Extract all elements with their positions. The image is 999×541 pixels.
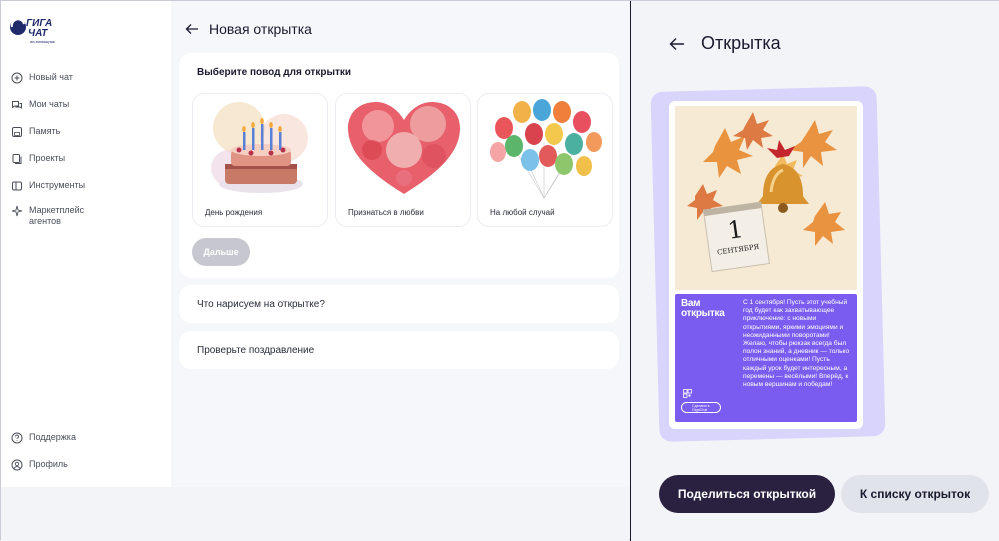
app-frame: ГИГА ЧАТ ии-помощник Новый чат Мои чаты …	[0, 0, 999, 541]
sidebar-item-label: Инструменты	[29, 180, 86, 190]
sidebar-item-projects[interactable]: Проекты	[11, 153, 65, 165]
share-postcard-button[interactable]: Поделиться открыткой	[659, 475, 835, 513]
sidebar: ГИГА ЧАТ ии-помощник Новый чат Мои чаты …	[1, 1, 171, 487]
qr-code-icon	[683, 389, 692, 398]
sidebar-item-label: Поддержка	[29, 432, 76, 442]
documents-icon	[12, 154, 22, 164]
step-greeting[interactable]: Проверьте поздравление	[179, 331, 619, 369]
sidebar-item-label: Профиль	[29, 459, 68, 469]
postcard-text-block: Вам открытка С 1 сентября! Пусть этот уч…	[675, 294, 857, 422]
occasion-label: День рождения	[205, 208, 263, 217]
occasion-love[interactable]: Признаться в любви	[335, 93, 471, 227]
sidebar-item-label: Новый чат	[29, 72, 73, 82]
back-arrow-icon[interactable]	[185, 23, 199, 35]
occasion-birthday[interactable]: День рождения	[192, 93, 328, 227]
tools-icon	[12, 181, 22, 191]
bottom-area	[1, 487, 629, 541]
back-arrow-icon[interactable]	[669, 37, 685, 51]
step-drawing[interactable]: Что нарисуем на открытке?	[179, 285, 619, 323]
autumn-bell-calendar-image: 1 СЕНТЯБРЯ	[675, 106, 857, 290]
plus-circle-icon	[11, 72, 23, 84]
sidebar-item-tools[interactable]: Инструменты	[11, 180, 85, 192]
birthday-cake-image	[211, 102, 308, 193]
postcard-greeting: С 1 сентября! Пусть этот учебный год буд…	[743, 299, 850, 389]
main-content: Новая открытка Выберите повод для открыт…	[171, 1, 629, 487]
chat-bubbles-icon	[12, 101, 22, 109]
postcard-list-button[interactable]: К списку открыток	[841, 475, 989, 513]
sidebar-item-new-chat[interactable]: Новый чат	[11, 72, 73, 84]
header: Новая открытка	[185, 21, 312, 37]
save-icon	[12, 127, 22, 137]
logo-subtitle: ии-помощник	[30, 39, 55, 44]
occasion-label: На любой случай	[490, 208, 555, 217]
help-circle-icon	[11, 432, 23, 444]
postcard: 1 СЕНТЯБРЯ Вам открытка С 1 сентября! Пу…	[650, 86, 886, 442]
postcard-card: 1 СЕНТЯБРЯ Вам открытка С 1 сентября! Пу…	[669, 101, 863, 429]
postcard-preview-panel: Открытка 1 СЕНТЯБРЯ Вам открытка С 1 сен…	[630, 1, 999, 541]
page-title: Новая открытка	[209, 21, 312, 37]
balloons-image	[490, 99, 602, 199]
preview-header: Открытка	[669, 33, 781, 54]
panel-title: Выберите повод для открытки	[197, 67, 352, 78]
sidebar-item-profile[interactable]: Профиль	[11, 459, 68, 471]
chat-app: ГИГА ЧАТ ии-помощник Новый чат Мои чаты …	[1, 1, 629, 541]
sidebar-item-label: Проекты	[29, 153, 66, 163]
sidebar-item-memory[interactable]: Память	[11, 126, 60, 138]
gigachat-logo[interactable]: ГИГА ЧАТ ии-помощник	[9, 13, 71, 45]
sidebar-item-label: Маркетплейс агентов	[29, 205, 85, 226]
preview-title: Открытка	[701, 33, 781, 53]
made-in-badge: Сделано в GigaChat	[681, 402, 721, 413]
occasion-panel: Выберите повод для открытки День рождени…	[179, 53, 619, 278]
next-button[interactable]: Дальше	[192, 238, 250, 266]
sidebar-item-support[interactable]: Поддержка	[11, 432, 76, 444]
occasion-any[interactable]: На любой случай	[477, 93, 613, 227]
watercolor-heart-image	[348, 102, 460, 194]
logo-text-bottom: ЧАТ	[28, 28, 48, 39]
sidebar-item-marketplace[interactable]: Маркетплейс агентов	[11, 205, 99, 227]
sparkle-icon	[11, 205, 23, 217]
postcard-heading: Вам открытка	[681, 298, 725, 319]
occasion-label: Признаться в любви	[348, 208, 424, 217]
sidebar-item-label: Мои чаты	[29, 99, 70, 109]
user-circle-icon	[11, 459, 23, 471]
sidebar-item-my-chats[interactable]: Мои чаты	[11, 99, 69, 111]
sidebar-item-label: Память	[29, 126, 61, 136]
